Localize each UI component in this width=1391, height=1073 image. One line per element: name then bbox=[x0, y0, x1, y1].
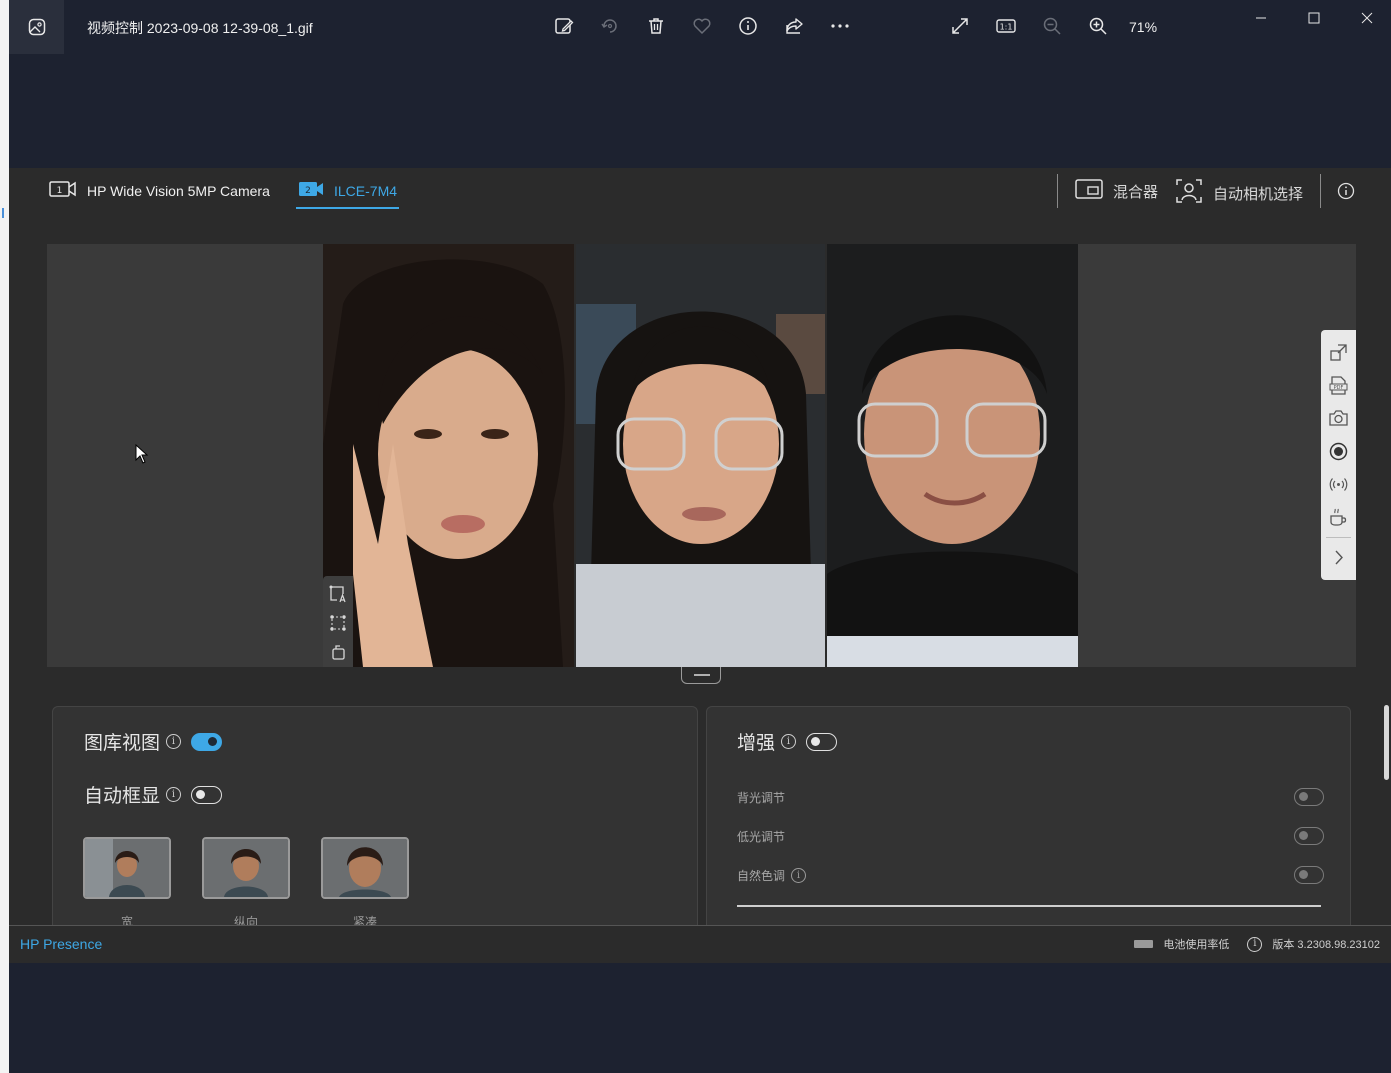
panel-divider bbox=[1326, 537, 1351, 538]
framing-option-wide[interactable] bbox=[83, 837, 171, 899]
webcam-icon: 1 bbox=[49, 180, 77, 201]
gallery-view-toggle[interactable] bbox=[191, 732, 223, 751]
svg-text:1: 1 bbox=[57, 186, 63, 196]
side-tool-panel: PDF bbox=[1321, 330, 1356, 580]
app-brand: HP Presence bbox=[20, 936, 103, 952]
info-icon[interactable]: i bbox=[791, 868, 807, 883]
favorite-icon[interactable] bbox=[690, 14, 714, 38]
status-right: 电池使用率低 i 版本 3.2308.98.23102 bbox=[1134, 936, 1380, 952]
backlight-label: 背光调节 bbox=[737, 791, 786, 805]
backlight-toggle[interactable] bbox=[1290, 788, 1324, 811]
gallery-view-label: 图库视图 bbox=[84, 733, 161, 754]
active-tab-underline bbox=[296, 207, 400, 209]
zoom-in-icon[interactable] bbox=[1086, 14, 1110, 38]
webcam-icon: 2 bbox=[298, 180, 324, 201]
delete-icon[interactable] bbox=[644, 14, 668, 38]
gallery-view-row: 图库视图 i bbox=[84, 728, 223, 755]
zoom-out-icon[interactable] bbox=[1040, 14, 1064, 38]
info-icon[interactable]: i bbox=[166, 787, 182, 802]
video-tile-3 bbox=[827, 244, 1078, 667]
camera-snapshot-icon[interactable] bbox=[1328, 408, 1349, 429]
gallery-settings-card: 图库视图 i 自动框显 i 宽 纵向 紧凑 bbox=[52, 706, 698, 936]
natural-tone-label: 自然色调 bbox=[737, 869, 786, 883]
info-icon[interactable]: i bbox=[1247, 936, 1263, 952]
low-light-toggle[interactable] bbox=[1290, 827, 1324, 850]
header-divider bbox=[1320, 174, 1321, 208]
video-tile-1 bbox=[323, 244, 574, 667]
mixer-icon bbox=[1075, 178, 1103, 204]
share-icon[interactable] bbox=[782, 14, 806, 38]
camera-tab-1[interactable]: 1 HP Wide Vision 5MP Camera bbox=[49, 180, 270, 201]
info-icon[interactable] bbox=[736, 14, 760, 38]
natural-tone-row: 自然色调 i bbox=[737, 867, 807, 884]
camera-tab-2[interactable]: 2 ILCE-7M4 bbox=[296, 180, 400, 209]
enhance-row: 增强 i bbox=[737, 728, 838, 755]
record-icon[interactable] bbox=[1328, 441, 1349, 462]
background-window-mark bbox=[2, 208, 7, 218]
photos-app-icon bbox=[9, 0, 64, 54]
auto-frame-label: 自动框显 bbox=[84, 786, 161, 807]
pop-out-icon[interactable] bbox=[1328, 342, 1349, 363]
chevron-right-icon[interactable] bbox=[1328, 547, 1349, 568]
framing-option-tight[interactable] bbox=[321, 837, 409, 899]
auto-frame-row: 自动框显 i bbox=[84, 781, 223, 808]
actual-size-icon[interactable]: 1:1 bbox=[994, 14, 1018, 38]
low-light-label: 低光调节 bbox=[737, 830, 786, 844]
frame-area-icon[interactable] bbox=[328, 584, 348, 604]
viewer-scrollbar[interactable] bbox=[1384, 705, 1389, 780]
info-icon[interactable]: i bbox=[781, 734, 797, 749]
zoom-level: 71% bbox=[1129, 19, 1158, 35]
hp-presence-app: 1 HP Wide Vision 5MP Camera 2 ILCE-7M4 混… bbox=[9, 168, 1391, 963]
mixer-button[interactable]: 混合器 bbox=[1075, 178, 1158, 204]
battery-status: 电池使用率低 bbox=[1163, 939, 1230, 951]
coffee-break-icon[interactable] bbox=[1328, 507, 1349, 528]
svg-text:PDF: PDF bbox=[1334, 385, 1344, 391]
maximize-button[interactable] bbox=[1302, 8, 1326, 28]
header-divider bbox=[1057, 174, 1058, 208]
svg-text:2: 2 bbox=[305, 186, 311, 196]
frame-points-icon[interactable] bbox=[328, 613, 348, 633]
info-icon[interactable]: i bbox=[166, 734, 182, 749]
enhance-label: 增强 bbox=[737, 733, 776, 754]
broadcast-icon[interactable] bbox=[1328, 474, 1349, 495]
framing-option-portrait[interactable] bbox=[202, 837, 290, 899]
camera-tab-label: ILCE-7M4 bbox=[334, 182, 398, 199]
fullscreen-icon[interactable] bbox=[948, 14, 972, 38]
video-tile-2 bbox=[576, 244, 825, 667]
enhance-toggle[interactable] bbox=[806, 732, 838, 751]
edit-image-icon[interactable] bbox=[552, 14, 576, 38]
natural-tone-toggle[interactable] bbox=[1290, 866, 1324, 889]
frame-copy-icon[interactable] bbox=[328, 642, 348, 662]
auto-frame-toggle[interactable] bbox=[191, 785, 223, 804]
enhance-divider bbox=[737, 905, 1321, 907]
panel-drag-handle[interactable] bbox=[681, 667, 721, 684]
svg-text:1:1: 1:1 bbox=[1000, 23, 1013, 32]
close-button[interactable] bbox=[1355, 8, 1379, 28]
low-light-row: 低光调节 bbox=[737, 828, 785, 845]
video-preview: PDF bbox=[47, 244, 1356, 667]
camera-tab-label: HP Wide Vision 5MP Camera bbox=[87, 182, 270, 199]
backlight-row: 背光调节 bbox=[737, 789, 785, 806]
status-bar: HP Presence 电池使用率低 i 版本 3.2308.98.23102 bbox=[9, 925, 1391, 963]
mouse-cursor-icon bbox=[135, 443, 149, 469]
version-label: 版本 3.2308.98.23102 bbox=[1272, 939, 1380, 951]
auto-camera-select-label: 自动相机选择 bbox=[1213, 185, 1304, 203]
minimize-button[interactable] bbox=[1249, 8, 1273, 28]
photo-viewer-window: 视频控制 2023-09-08 12-39-08_1.gif 1:1 71% 1… bbox=[9, 0, 1391, 1073]
mixer-label: 混合器 bbox=[1113, 183, 1159, 201]
auto-camera-select-button[interactable]: 自动相机选择 bbox=[1175, 178, 1303, 208]
battery-icon bbox=[1134, 940, 1154, 948]
pdf-icon[interactable]: PDF bbox=[1328, 375, 1349, 396]
title-bar: 视频控制 2023-09-08 12-39-08_1.gif 1:1 71% bbox=[9, 0, 1391, 54]
enhance-settings-card: 增强 i 背光调节 低光调节 自然色调 i bbox=[706, 706, 1351, 936]
person-frame-icon bbox=[1175, 178, 1203, 208]
rotate-icon[interactable] bbox=[598, 14, 622, 38]
more-icon[interactable] bbox=[828, 14, 852, 38]
frame-tools bbox=[323, 576, 353, 667]
app-info-icon[interactable] bbox=[1337, 182, 1355, 205]
background-window-edge bbox=[0, 0, 9, 1073]
file-name: 视频控制 2023-09-08 12-39-08_1.gif bbox=[87, 20, 313, 36]
